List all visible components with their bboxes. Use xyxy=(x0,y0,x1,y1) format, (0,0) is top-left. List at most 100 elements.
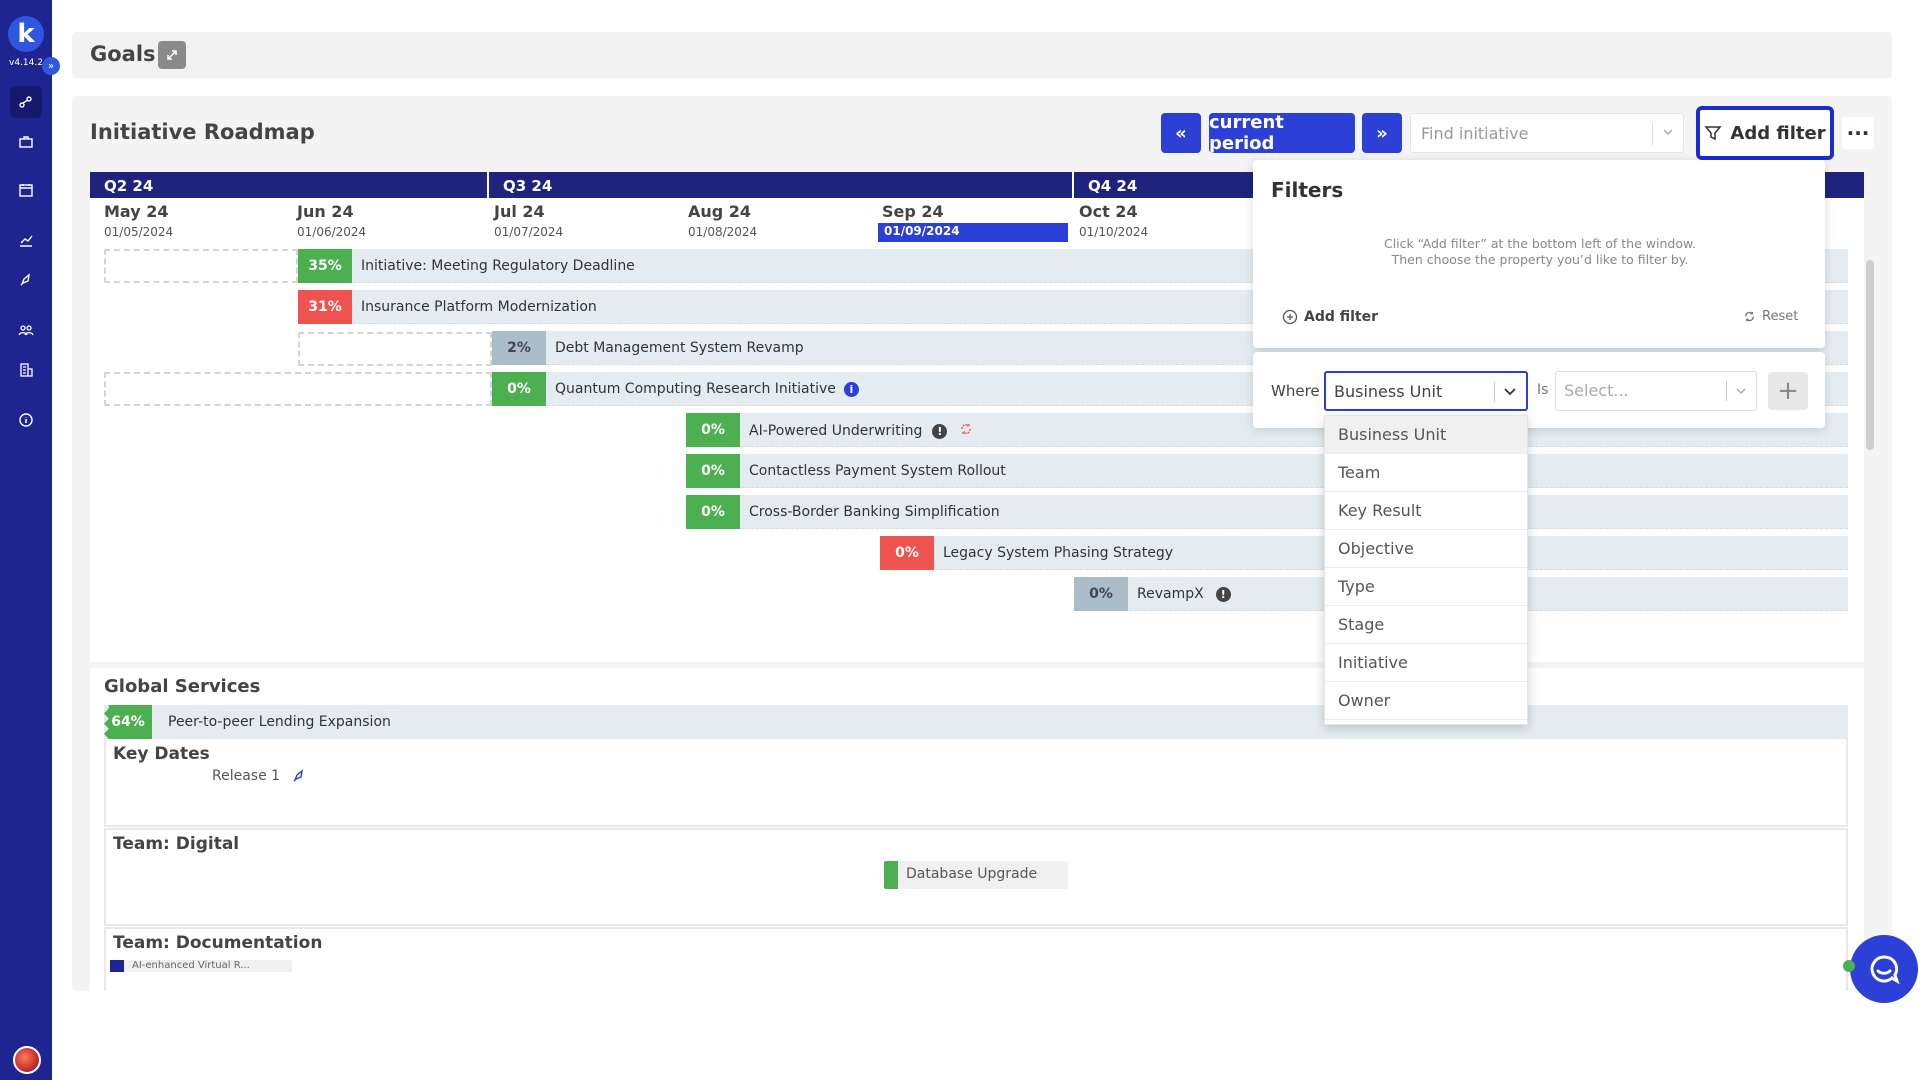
add-condition-button[interactable]: + xyxy=(1768,372,1808,410)
property-select[interactable]: Business Unit xyxy=(1324,371,1528,411)
today-marker: 01/09/2024 xyxy=(878,223,1068,242)
expand-icon[interactable] xyxy=(158,41,186,69)
is-label: Is xyxy=(1537,382,1549,398)
initiative-name[interactable]: Contactless Payment System Rollout xyxy=(749,463,1006,479)
placeholder-bar xyxy=(104,249,298,283)
filters-hint: Click “Add filter” at the bottom left of… xyxy=(1350,236,1730,268)
info-nav-icon[interactable] xyxy=(10,404,42,436)
month-label: May 24 xyxy=(104,202,169,221)
previous-period-button[interactable]: « xyxy=(1161,113,1201,153)
initiative-name[interactable]: Peer-to-peer Lending Expansion xyxy=(168,714,391,730)
dropdown-option[interactable]: Team xyxy=(1325,454,1527,492)
filters-hint-line: Then choose the property you’d like to f… xyxy=(1391,252,1689,267)
version-label: v4.14.2 xyxy=(9,58,43,68)
dropdown-option[interactable]: Business Unit xyxy=(1325,416,1527,454)
initiative-name[interactable]: Debt Management System Revamp xyxy=(555,340,804,356)
sidebar: k v4.14.2 » xyxy=(0,0,60,1080)
dropdown-option[interactable]: Key Result xyxy=(1325,492,1527,530)
month-label: Oct 24 xyxy=(1079,202,1138,221)
initiative-name[interactable]: Insurance Platform Modernization xyxy=(361,299,597,315)
initiative-name-text: AI-Powered Underwriting xyxy=(749,423,923,439)
progress-badge: 0% xyxy=(880,536,934,570)
goals-nav-icon[interactable] xyxy=(10,86,42,118)
month-date: 01/07/2024 xyxy=(494,225,564,239)
placeholder-bar xyxy=(298,332,492,366)
add-filter-button[interactable]: Add filter xyxy=(1696,106,1834,160)
page-title: Goals xyxy=(90,42,156,66)
building-icon[interactable] xyxy=(10,354,42,386)
team-title: Team: Documentation xyxy=(113,933,323,953)
initiative-name[interactable]: Initiative: Meeting Regulatory Deadline xyxy=(361,258,635,274)
month-date: 01/06/2024 xyxy=(297,225,367,239)
add-filter-label: Add filter xyxy=(1730,122,1826,144)
team-documentation-section xyxy=(104,927,1848,991)
month-date: 01/10/2024 xyxy=(1079,225,1149,239)
expand-sidebar-icon[interactable]: » xyxy=(42,57,60,75)
online-status-dot xyxy=(1843,960,1855,972)
quarter-header: Q3 24 xyxy=(489,172,1072,198)
dropdown-option[interactable]: Objective xyxy=(1325,530,1527,568)
progress-badge: 31% xyxy=(298,290,352,324)
chat-icon xyxy=(1870,955,1900,985)
release-marker[interactable]: Release 1 xyxy=(212,768,307,784)
briefcase-icon[interactable] xyxy=(10,126,42,158)
roadmap-title: Initiative Roadmap xyxy=(90,120,315,144)
initiative-name[interactable]: RevampX! xyxy=(1137,586,1231,602)
month-label: Jul 24 xyxy=(494,202,545,221)
app-logo[interactable]: k xyxy=(8,16,44,52)
dropdown-option[interactable]: Initiative xyxy=(1325,644,1527,682)
filters-title: Filters xyxy=(1271,178,1344,202)
key-dates-section xyxy=(104,739,1848,827)
sync-icon[interactable] xyxy=(959,422,973,440)
find-initiative-select[interactable]: Find initiative xyxy=(1410,113,1684,153)
placeholder-bar xyxy=(104,372,492,406)
reset-label: Reset xyxy=(1762,309,1799,324)
calendar-icon[interactable] xyxy=(10,174,42,206)
chevron-down-icon[interactable] xyxy=(1661,124,1675,143)
progress-badge: 0% xyxy=(686,495,740,529)
dropdown-option[interactable]: Stage xyxy=(1325,606,1527,644)
database-upgrade-bar[interactable]: Database Upgrade xyxy=(884,861,1068,889)
chevron-down-icon[interactable] xyxy=(1734,383,1748,402)
month-label: Sep 24 xyxy=(882,202,944,221)
month-label: Aug 24 xyxy=(688,202,752,221)
current-period-button[interactable]: current period xyxy=(1209,112,1355,154)
user-avatar[interactable] xyxy=(13,1046,41,1074)
scrollbar[interactable] xyxy=(1866,260,1874,450)
key-dates-title: Key Dates xyxy=(113,744,210,764)
reset-button[interactable]: Reset xyxy=(1743,309,1798,324)
section-title: Global Services xyxy=(104,676,261,697)
next-period-button[interactable]: » xyxy=(1362,113,1402,153)
initiative-bar[interactable]: AI-enhanced Virtual R... xyxy=(110,960,292,972)
progress-badge: 0% xyxy=(492,372,546,406)
initiative-name[interactable]: Quantum Computing Research Initiative i xyxy=(555,381,859,397)
initiative-name[interactable]: AI-Powered Underwriting! xyxy=(749,422,973,440)
add-filter-link[interactable]: Add filter xyxy=(1282,309,1378,325)
dropdown-option[interactable]: Type xyxy=(1325,568,1527,606)
progress-badge: 2% xyxy=(492,331,546,365)
initiative-name[interactable]: Cross-Border Banking Simplification xyxy=(749,504,1000,520)
rocket-icon[interactable] xyxy=(10,264,42,296)
progress-badge: 35% xyxy=(298,249,352,283)
chat-button[interactable] xyxy=(1850,935,1918,1003)
team-title: Team: Digital xyxy=(113,834,240,854)
alert-icon[interactable]: ! xyxy=(932,423,948,439)
chart-icon[interactable] xyxy=(10,224,42,256)
initiative-name-text: Quantum Computing Research Initiative xyxy=(555,381,836,397)
more-options-button[interactable]: ··· xyxy=(1842,117,1874,149)
month-date: 01/08/2024 xyxy=(688,225,758,239)
filters-hint-line: Click “Add filter” at the bottom left of… xyxy=(1383,236,1697,251)
divider xyxy=(1494,382,1495,402)
dropdown-option[interactable]: Owner xyxy=(1325,682,1527,720)
month-label: Jun 24 xyxy=(297,202,354,221)
info-icon[interactable]: i xyxy=(843,381,859,397)
filter-icon xyxy=(1704,126,1723,141)
property-select-value: Business Unit xyxy=(1334,382,1443,401)
alert-icon[interactable]: ! xyxy=(1215,586,1231,602)
chevron-down-icon[interactable] xyxy=(1502,383,1518,403)
month-date: 01/05/2024 xyxy=(104,225,174,239)
value-select[interactable]: Select... xyxy=(1555,371,1757,411)
initiative-name[interactable]: Legacy System Phasing Strategy xyxy=(943,545,1173,561)
progress-badge: 64% xyxy=(104,705,152,739)
people-icon[interactable] xyxy=(10,314,42,346)
